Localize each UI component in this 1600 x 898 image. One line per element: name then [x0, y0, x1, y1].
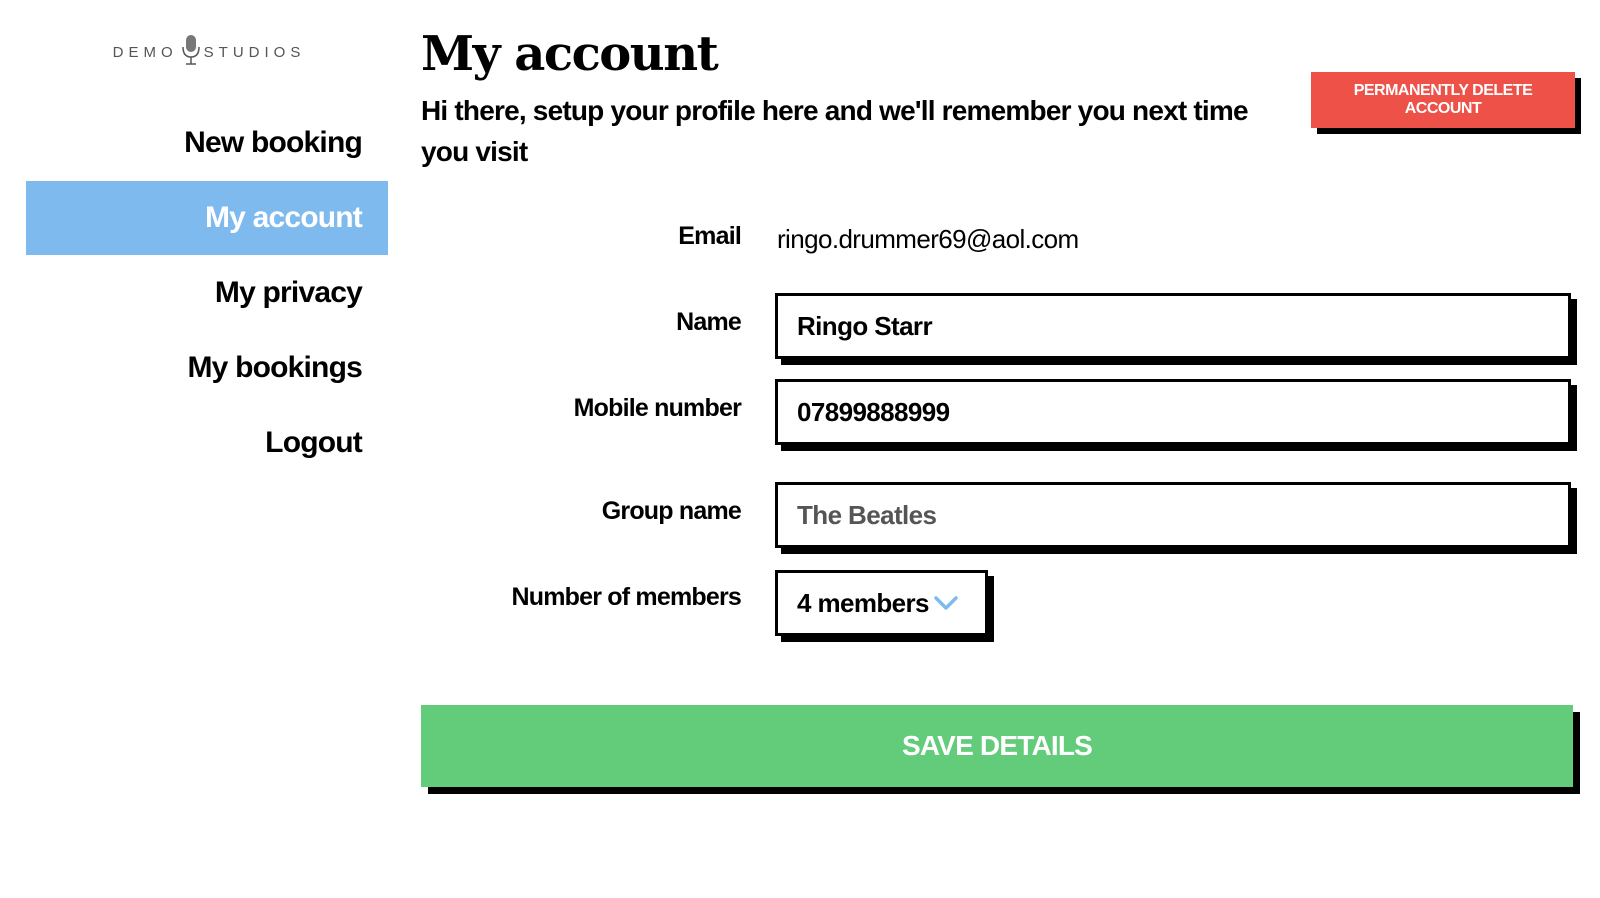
delete-account-button[interactable]: PERMANENTLY DELETE ACCOUNT [1311, 72, 1575, 128]
members-select[interactable]: 4 members [775, 570, 988, 636]
logo[interactable]: DEMO STUDIOS [109, 34, 309, 70]
sidebar-item-my-bookings[interactable]: My bookings [26, 331, 388, 405]
email-label: Email [678, 222, 741, 250]
page: DEMO STUDIOS New booking My account My p… [0, 0, 1600, 898]
page-subtitle: Hi there, setup your profile here and we… [421, 95, 1249, 167]
logo-text-left: DEMO [112, 43, 178, 61]
group-name-field[interactable]: The Beatles [775, 482, 1571, 548]
sidebar-item-new-booking[interactable]: New booking [26, 106, 388, 180]
logo-text-right: STUDIOS [203, 43, 306, 61]
sidebar-item-label: My privacy [214, 276, 363, 309]
name-field-value: Ringo Starr [797, 310, 933, 341]
name-label: Name [676, 308, 742, 336]
email-value: ringo.drummer69@aol.com [777, 224, 1079, 254]
members-select-value: 4 members [797, 587, 930, 618]
sidebar-item-label: Logout [265, 426, 363, 459]
sidebar-item-my-account[interactable]: My account [26, 181, 388, 255]
sidebar-item-label: New booking [184, 126, 363, 159]
sidebar-item-my-privacy[interactable]: My privacy [26, 256, 388, 330]
members-label: Number of members [511, 583, 741, 611]
group-name-placeholder: The Beatles [797, 499, 937, 530]
page-title: My account [421, 26, 719, 82]
name-field[interactable]: Ringo Starr [775, 293, 1571, 359]
sidebar-item-logout[interactable]: Logout [26, 406, 388, 480]
mobile-field-value: 07899888999 [797, 396, 950, 427]
microphone-icon [181, 34, 200, 70]
sidebar-item-label: My bookings [187, 351, 362, 384]
sidebar-item-label: My account [204, 201, 363, 234]
save-details-button[interactable]: SAVE DETAILS [421, 705, 1573, 787]
group-name-label: Group name [601, 497, 742, 525]
chevron-down-icon [933, 595, 959, 611]
mobile-label: Mobile number [573, 394, 742, 422]
mobile-field[interactable]: 07899888999 [775, 379, 1571, 445]
